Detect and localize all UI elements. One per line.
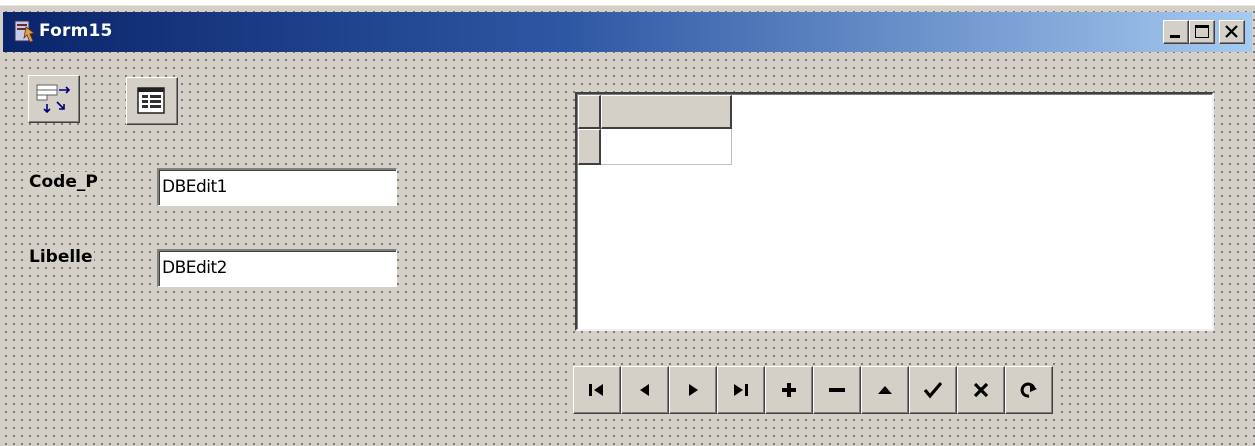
- nav-cancel-button[interactable]: [957, 366, 1005, 414]
- nav-last-button[interactable]: [717, 366, 765, 414]
- db-navigator: [573, 366, 1057, 414]
- libelle-edit[interactable]: DBEdit2: [157, 249, 397, 287]
- minimize-button[interactable]: [1163, 20, 1189, 44]
- code-p-label: Code_P: [28, 172, 99, 192]
- nav-edit-button[interactable]: [861, 366, 909, 414]
- prior-record-icon: [640, 384, 649, 396]
- grid-row-indicator[interactable]: [578, 129, 601, 165]
- insert-record-icon: [782, 383, 796, 397]
- next-record-icon: [689, 384, 698, 396]
- title-bar[interactable]: Form15: [3, 12, 1252, 52]
- delete-record-icon: [829, 388, 845, 392]
- data-grid[interactable]: [575, 92, 1214, 331]
- maximize-icon: [1195, 25, 1209, 38]
- code-p-edit[interactable]: DBEdit1: [157, 168, 397, 206]
- refresh-record-icon: [1020, 382, 1037, 398]
- table-view-icon: [137, 87, 165, 114]
- nav-next-button[interactable]: [669, 366, 717, 414]
- nav-refresh-button[interactable]: [1005, 366, 1053, 414]
- minimize-icon: [1170, 35, 1180, 38]
- nav-insert-button[interactable]: [765, 366, 813, 414]
- nav-delete-button[interactable]: [813, 366, 861, 414]
- table-view-button[interactable]: [126, 77, 178, 125]
- maximize-button[interactable]: [1189, 20, 1215, 44]
- nav-prior-button[interactable]: [621, 366, 669, 414]
- reorder-fields-icon: [36, 84, 71, 114]
- edit-record-icon: [878, 386, 892, 394]
- first-record-icon: [589, 384, 603, 396]
- form-window: Form15 Code_P DBEdit1 Libelle DBEdit2: [0, 5, 1255, 446]
- app-icon: [14, 20, 35, 43]
- close-button[interactable]: [1219, 20, 1245, 44]
- grid-data-cell[interactable]: [601, 129, 732, 165]
- grid-column-header[interactable]: [601, 95, 732, 129]
- libelle-label: Libelle: [28, 247, 94, 267]
- nav-first-button[interactable]: [573, 366, 621, 414]
- post-record-icon: [923, 381, 943, 399]
- close-icon: [1225, 25, 1238, 38]
- nav-post-button[interactable]: [909, 366, 957, 414]
- cancel-record-icon: [973, 382, 989, 398]
- window-title: Form15: [39, 21, 113, 41]
- reorder-fields-button[interactable]: [28, 75, 80, 123]
- last-record-icon: [734, 384, 748, 396]
- grid-corner-cell: [578, 95, 601, 129]
